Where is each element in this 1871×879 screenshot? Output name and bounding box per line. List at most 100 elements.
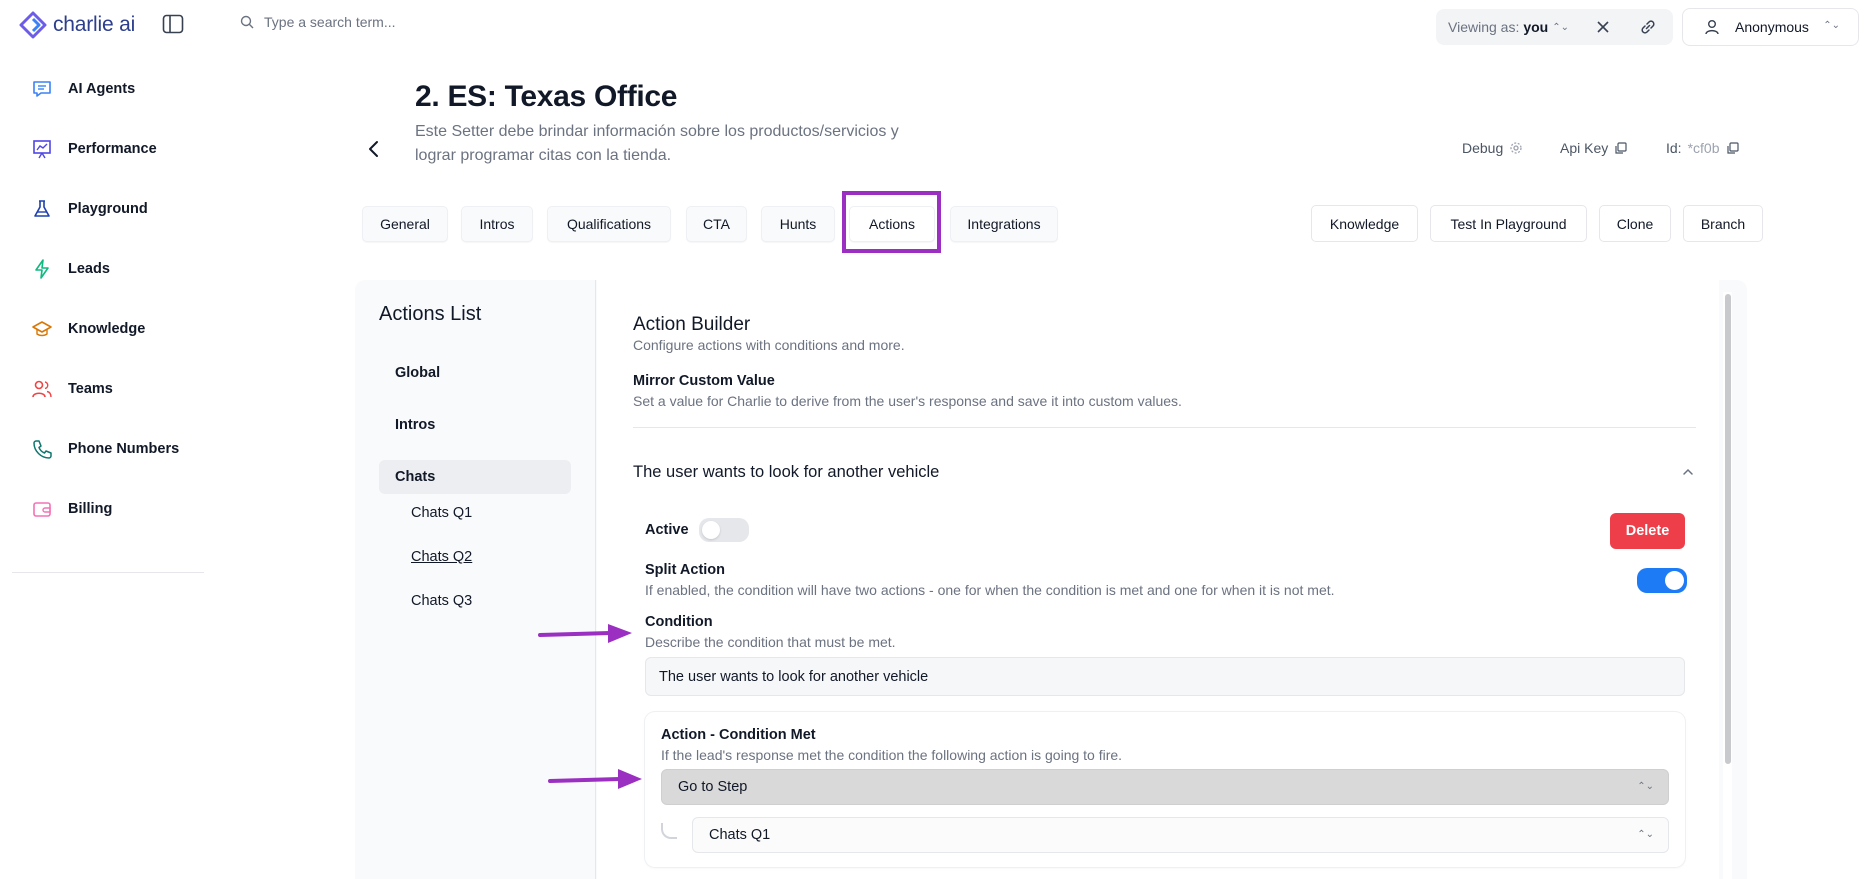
action-builder-subtitle: Configure actions with conditions and mo… (633, 337, 905, 353)
split-action-subtitle: If enabled, the condition will have two … (645, 582, 1335, 598)
tab-label: Hunts (779, 216, 817, 232)
flask-icon (30, 197, 54, 221)
graduation-cap-icon (30, 317, 54, 341)
toggle-knob (1665, 571, 1684, 590)
tab-cta[interactable]: CTA (686, 206, 747, 242)
condition-met-title: Action - Condition Met (661, 727, 816, 743)
sidebar-item-phone-numbers[interactable]: Phone Numbers (30, 435, 179, 463)
copy-icon (1726, 141, 1739, 154)
mirror-custom-value-title[interactable]: Mirror Custom Value (633, 373, 775, 389)
sidebar: charlie ai AI Agents Performance Playgro… (0, 0, 206, 879)
sidebar-item-performance[interactable]: Performance (30, 135, 157, 163)
tab-label: Intros (479, 216, 515, 232)
split-action-toggle[interactable] (1637, 568, 1687, 593)
mirror-custom-value-subtitle: Set a value for Charlie to derive from t… (633, 393, 1182, 409)
tab-label: Qualifications (566, 216, 652, 232)
actions-item-chats-q2[interactable]: Chats Q2 (411, 549, 472, 565)
button-label: Test In Playground (1450, 215, 1567, 232)
condition-subtitle: Describe the condition that must be met. (645, 634, 896, 650)
tab-label: General (380, 216, 430, 232)
sidebar-item-playground[interactable]: Playground (30, 195, 148, 223)
up-down-chevron-icon: ⌃⌄ (1823, 20, 1840, 31)
actions-group-chats[interactable]: Chats (395, 469, 435, 485)
actions-item-chats-q3[interactable]: Chats Q3 (411, 593, 472, 609)
sidebar-item-teams[interactable]: Teams (30, 375, 113, 403)
api-key-button[interactable]: Api Key (1560, 140, 1627, 156)
actions-list-title: Actions List (379, 303, 482, 325)
sidebar-item-label: AI Agents (68, 81, 136, 97)
button-label: Knowledge (1329, 215, 1400, 232)
viewing-as-value: you (1523, 19, 1549, 35)
test-in-playground-button[interactable]: Test In Playground (1430, 205, 1587, 242)
condition-title: Condition (645, 614, 713, 630)
tab-label: Integrations (967, 216, 1041, 232)
up-down-chevron-icon: ⌃⌄ (1637, 829, 1654, 840)
active-label: Active (645, 522, 689, 538)
tab-integrations[interactable]: Integrations (950, 206, 1058, 242)
wallet-icon (30, 497, 54, 521)
link-icon[interactable] (1639, 18, 1657, 36)
delete-button[interactable]: Delete (1610, 513, 1685, 549)
condition-input[interactable]: The user wants to look for another vehic… (645, 657, 1685, 696)
knowledge-button[interactable]: Knowledge (1311, 205, 1418, 242)
sidebar-item-ai-agents[interactable]: AI Agents (30, 75, 135, 103)
sidebar-divider (12, 572, 204, 573)
tab-general[interactable]: General (362, 206, 448, 242)
search-bar[interactable] (240, 14, 564, 30)
actions-group-global[interactable]: Global (395, 365, 440, 381)
action-type-value: Go to Step (678, 779, 748, 795)
tab-intros[interactable]: Intros (461, 206, 533, 242)
viewing-as-selector[interactable]: Viewing as: you ⌃⌄ (1436, 9, 1673, 45)
back-arrow-icon[interactable] (364, 138, 384, 160)
button-label: Branch (1700, 215, 1746, 232)
actions-tab-highlight (842, 191, 941, 253)
close-icon[interactable] (1594, 18, 1612, 36)
sidebar-item-label: Billing (68, 501, 113, 517)
actions-group-intros[interactable]: Intros (395, 417, 435, 433)
actions-item-chats-q1[interactable]: Chats Q1 (411, 505, 472, 521)
sidebar-item-billing[interactable]: Billing (30, 495, 112, 523)
action-builder-title: Action Builder (633, 314, 751, 335)
sidebar-item-label: Teams (68, 381, 113, 397)
chat-bubble-icon (30, 77, 54, 101)
id-label: Id: (1666, 140, 1682, 156)
annotation-arrow-icon (548, 769, 642, 789)
annotation-arrow-icon (538, 624, 632, 643)
api-key-label: Api Key (1560, 140, 1609, 156)
action-type-select[interactable]: Go to Step ⌃⌄ (661, 769, 1669, 805)
sidebar-item-label: Performance (68, 141, 157, 157)
sidebar-toggle-icon[interactable] (162, 14, 184, 34)
debug-button[interactable]: Debug (1462, 140, 1523, 156)
tab-qualifications[interactable]: Qualifications (547, 206, 671, 242)
logo-text: charlie ai (53, 13, 136, 36)
up-down-chevron-icon: ⌃⌄ (1637, 781, 1654, 792)
search-input[interactable] (264, 14, 564, 30)
up-down-chevron-icon: ⌃⌄ (1552, 21, 1569, 33)
charlie-logo[interactable]: charlie ai (19, 11, 135, 39)
active-toggle[interactable] (699, 518, 749, 542)
sidebar-item-label: Knowledge (68, 321, 146, 337)
branch-button[interactable]: Branch (1683, 205, 1763, 242)
scrollbar-thumb[interactable] (1725, 294, 1731, 764)
action-accordion-title[interactable]: The user wants to look for another vehic… (633, 463, 939, 482)
sidebar-item-knowledge[interactable]: Knowledge (30, 315, 145, 343)
tab-hunts[interactable]: Hunts (761, 206, 835, 242)
sidebar-item-leads[interactable]: Leads (30, 255, 110, 283)
user-name: Anonymous (1735, 19, 1809, 35)
lightning-icon (30, 257, 54, 281)
viewing-as-label: Viewing as: (1448, 19, 1520, 35)
chevron-up-icon[interactable] (1681, 466, 1695, 478)
condition-met-subtitle: If the lead's response met the condition… (661, 747, 1123, 763)
id-value: *cf0b (1687, 140, 1720, 156)
debug-label: Debug (1462, 140, 1504, 156)
user-menu-button[interactable]: Anonymous ⌃⌄ (1682, 8, 1859, 46)
sidebar-item-label: Leads (68, 261, 110, 277)
tab-label: CTA (703, 216, 730, 232)
clone-button[interactable]: Clone (1599, 205, 1671, 242)
search-icon (240, 15, 254, 29)
page-title: 2. ES: Texas Office (415, 80, 678, 113)
users-icon (30, 377, 54, 401)
id-copy-button[interactable]: Id: *cf0b (1666, 140, 1739, 156)
target-step-select[interactable]: Chats Q1 ⌃⌄ (692, 817, 1669, 853)
target-step-value: Chats Q1 (709, 827, 771, 843)
